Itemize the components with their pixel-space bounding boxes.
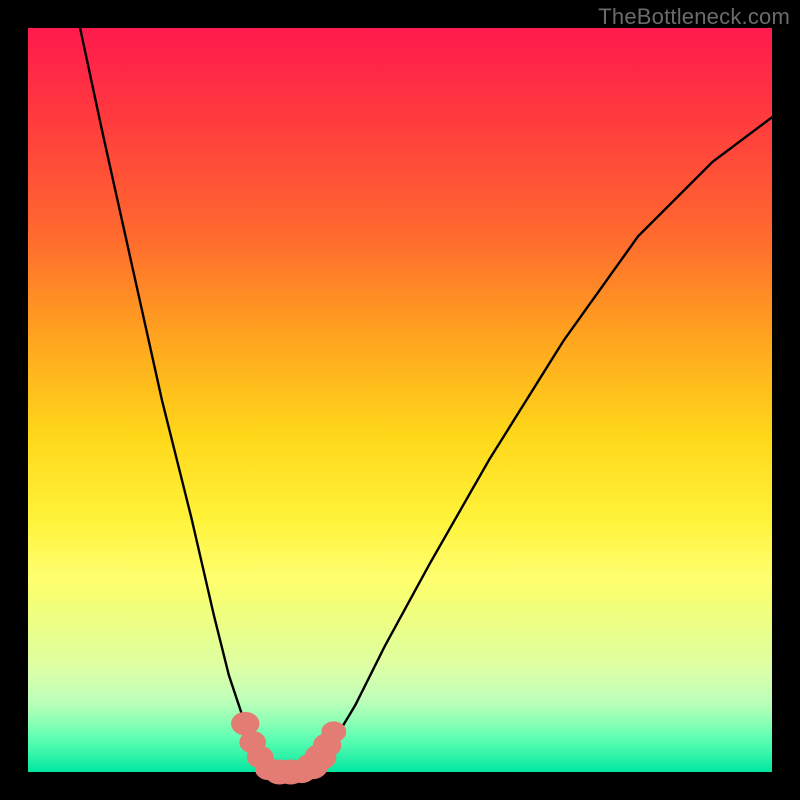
curve-right_curve	[307, 117, 772, 770]
chart-frame	[28, 28, 772, 772]
watermark: TheBottleneck.com	[598, 4, 790, 30]
chart-svg	[28, 28, 772, 772]
plot-group	[80, 28, 772, 784]
marker-10	[322, 722, 346, 742]
curve-left_curve	[80, 28, 270, 771]
